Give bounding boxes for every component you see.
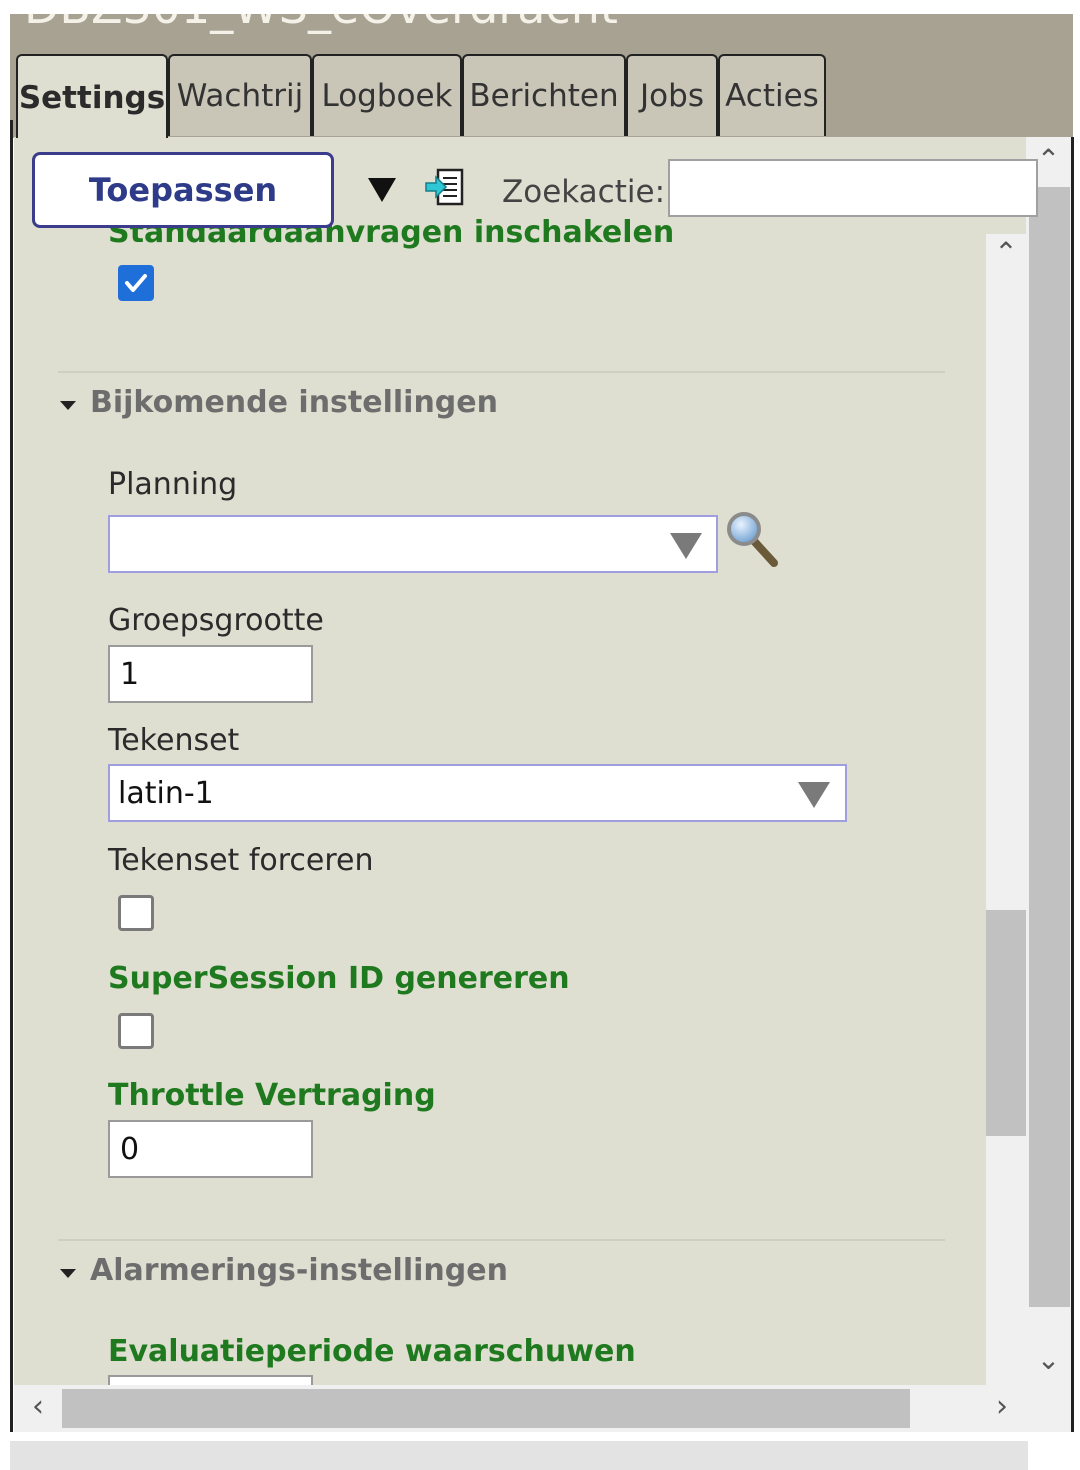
window-title: DBZ301_WS_eOverdracht [24, 14, 618, 34]
dropdown-arrow-icon [798, 782, 830, 808]
scrollbar-thumb[interactable] [1029, 187, 1070, 1307]
tab-jobs[interactable]: Jobs [626, 54, 718, 136]
dropdown-menu-icon[interactable] [366, 176, 398, 204]
planning-select[interactable] [108, 515, 718, 573]
scrollbar-thumb[interactable] [986, 910, 1026, 1136]
group-size-label: Groepsgrootte [108, 603, 324, 638]
eval-warn-input[interactable] [108, 1375, 313, 1385]
force-charset-label: Tekenset forceren [108, 843, 374, 878]
magnifier-icon[interactable] [724, 509, 780, 567]
search-input[interactable] [668, 159, 1038, 217]
settings-panel: Standaardaanvragen inschakelen Bijkomend… [14, 137, 1026, 1385]
collapse-triangle-icon[interactable] [60, 401, 76, 410]
window-left-border [10, 120, 13, 1432]
scroll-up-arrow-icon[interactable]: ⌃ [986, 236, 1026, 276]
scroll-right-arrow-icon[interactable]: › [982, 1389, 1022, 1429]
window-header: DBZ301_WS_eOverdracht Settings Wachtrij … [10, 14, 1073, 138]
supersession-checkbox[interactable] [118, 1013, 154, 1049]
standard-requests-checkbox[interactable] [118, 265, 154, 301]
tab-acties[interactable]: Acties [718, 54, 826, 136]
scrollbar-thumb[interactable] [62, 1389, 910, 1428]
tab-berichten[interactable]: Berichten [462, 54, 626, 136]
dropdown-arrow-icon [670, 533, 702, 559]
collapse-triangle-icon[interactable] [60, 1269, 76, 1278]
search-label: Zoekactie: [502, 174, 666, 210]
section-divider [58, 1239, 945, 1241]
outer-vertical-scrollbar[interactable]: ⌃ ⌄ [1026, 137, 1071, 1385]
planning-label: Planning [108, 467, 238, 502]
throttle-label: Throttle Vertraging [108, 1078, 436, 1113]
section-alarm-settings[interactable]: Alarmerings-instellingen [90, 1253, 508, 1288]
group-size-input[interactable]: 1 [108, 645, 313, 703]
inner-vertical-scrollbar[interactable]: ⌃ [986, 234, 1026, 1385]
checkmark-icon [125, 274, 147, 292]
section-divider [58, 371, 945, 373]
force-charset-checkbox[interactable] [118, 895, 154, 931]
import-document-icon[interactable] [424, 166, 468, 210]
apply-button[interactable]: Toepassen [32, 152, 334, 228]
charset-label: Tekenset [108, 723, 240, 758]
section-additional-settings[interactable]: Bijkomende instellingen [90, 385, 498, 420]
charset-select[interactable]: latin-1 [108, 764, 847, 822]
throttle-input[interactable]: 0 [108, 1120, 313, 1178]
tab-settings[interactable]: Settings [16, 54, 168, 138]
tab-logboek[interactable]: Logboek [312, 54, 462, 136]
window-right-border [1071, 137, 1074, 1432]
tab-wachtrij[interactable]: Wachtrij [168, 54, 312, 136]
supersession-label: SuperSession ID genereren [108, 961, 570, 996]
scroll-down-arrow-icon[interactable]: ⌄ [1026, 1343, 1071, 1383]
status-bar [10, 1441, 1028, 1470]
eval-warn-label: Evaluatieperiode waarschuwen [108, 1334, 636, 1369]
scroll-left-arrow-icon[interactable]: ‹ [18, 1389, 58, 1429]
horizontal-scrollbar[interactable]: ‹ › [14, 1385, 1071, 1432]
charset-value: latin-1 [118, 775, 214, 811]
